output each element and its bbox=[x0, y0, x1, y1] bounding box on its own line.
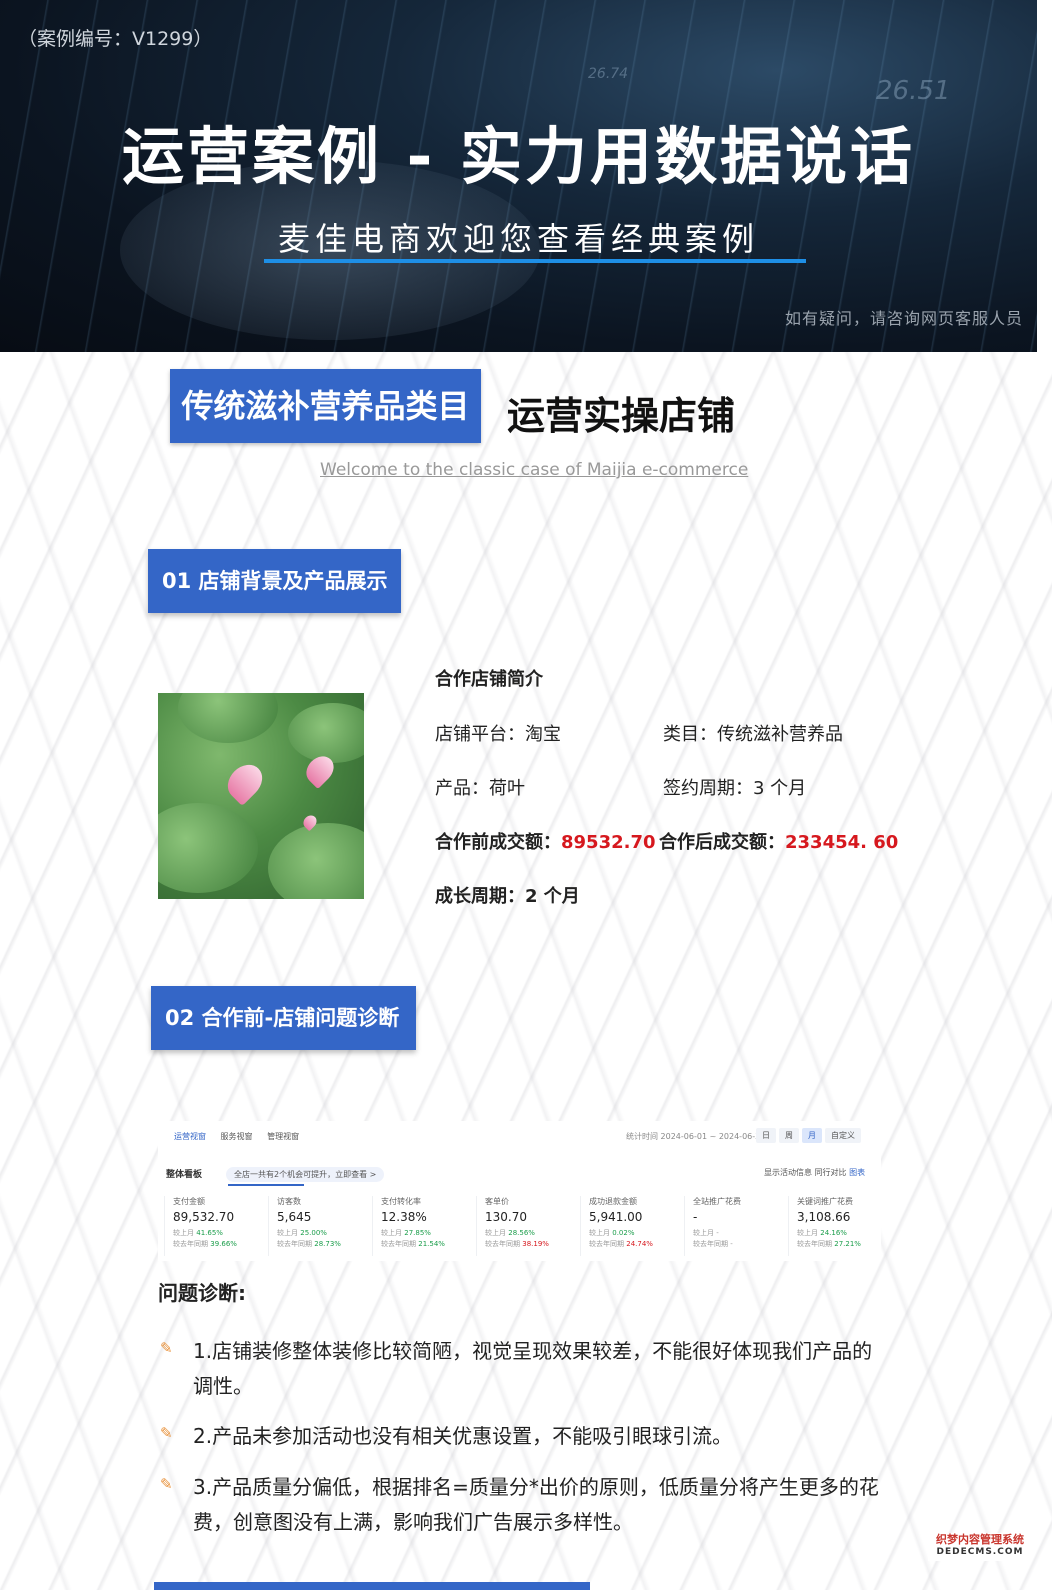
case-number: （案例编号：V1299） bbox=[18, 28, 213, 50]
metric-card: 支付金额 89,532.70 较上月 41.65% 较去年同期 39.66% bbox=[164, 1196, 264, 1256]
metric-value: - bbox=[693, 1210, 698, 1224]
dashboard-tab: 管理视窗 bbox=[267, 1132, 300, 1141]
welcome-text: Welcome to the classic case of Maijia e-… bbox=[320, 460, 749, 480]
metric-card: 全站推广花费 - 较上月 - 较去年同期 - bbox=[684, 1196, 784, 1256]
metric-label: 访客数 bbox=[277, 1197, 301, 1206]
category-text: 运营实操店铺 bbox=[507, 394, 736, 438]
metric-value: 5,941.00 bbox=[589, 1210, 643, 1224]
diagnosis-item: 3.产品质量分偏低，根据排名=质量分*出价的原则，低质量分将产生更多的花费，创意… bbox=[193, 1475, 879, 1534]
pencil-icon: ✎ bbox=[160, 1339, 173, 1357]
metric-value: 5,645 bbox=[277, 1210, 312, 1224]
metric-value: 130.70 bbox=[485, 1210, 527, 1224]
metric-compare: 较上月 25.00% bbox=[277, 1229, 327, 1237]
period-button: 周 bbox=[779, 1128, 799, 1143]
lotus-leaf bbox=[178, 693, 278, 743]
sales-before: 合作前成交额：89532.70 bbox=[435, 828, 656, 854]
dashboard-period: 统计时间 2024-06-01 ~ 2024-06-30 bbox=[626, 1132, 766, 1141]
section-heading-02: 02 合作前-店铺问题诊断 bbox=[151, 986, 416, 1050]
hero-underline bbox=[264, 259, 806, 263]
watermark-line2: DEDECMS.COM bbox=[936, 1547, 1024, 1557]
growth-period: 成长周期：2 个月 bbox=[435, 886, 580, 907]
shop-info-title: 合作店铺简介 bbox=[435, 669, 543, 690]
metric-compare: 较上月 - bbox=[693, 1229, 719, 1237]
metric-label: 关键词推广花费 bbox=[797, 1197, 853, 1206]
metric-compare: 较去年同期 28.73% bbox=[277, 1240, 341, 1248]
board-option: 图表 bbox=[849, 1168, 866, 1177]
metric-compare: 较上月 27.85% bbox=[381, 1229, 431, 1237]
period-buttons: 日周月自定义 bbox=[756, 1128, 864, 1143]
next-section-heading-edge bbox=[154, 1582, 590, 1590]
analytics-dashboard-screenshot: 运营视窗 服务视窗 管理视窗 统计时间 2024-06-01 ~ 2024-06… bbox=[158, 1121, 881, 1261]
board-option: 同行对比 bbox=[814, 1168, 847, 1177]
sales-before-value: 89532.70 bbox=[561, 832, 656, 853]
metric-label: 支付金额 bbox=[173, 1197, 205, 1206]
sales-after-value: 233454. 60 bbox=[785, 832, 899, 853]
shop-platform: 店铺平台：淘宝 bbox=[435, 724, 561, 745]
sales-after: 合作后成交额：233454. 60 bbox=[659, 828, 898, 854]
hero-deco-number: 26.74 bbox=[588, 66, 629, 82]
metric-card: 客单价 130.70 较上月 28.56% 较去年同期 38.19% bbox=[476, 1196, 576, 1256]
category-label: 传统滋补营养品类目 bbox=[170, 369, 481, 443]
metric-card: 成功退款金额 5,941.00 较上月 0.02% 较去年同期 24.74% bbox=[580, 1196, 680, 1256]
sales-after-label: 合作后成交额： bbox=[659, 832, 785, 853]
board-option: 显示活动信息 bbox=[764, 1168, 812, 1177]
metric-compare: 较上月 28.56% bbox=[485, 1229, 535, 1237]
metric-compare: 较上月 41.65% bbox=[173, 1229, 223, 1237]
metric-compare: 较去年同期 21.54% bbox=[381, 1240, 445, 1248]
period-button: 日 bbox=[756, 1128, 776, 1143]
board-title: 整体看板 bbox=[166, 1170, 203, 1180]
shop-category: 类目：传统滋补营养品 bbox=[663, 724, 843, 745]
product-image-lotus bbox=[158, 693, 364, 899]
period-button: 月 bbox=[802, 1128, 822, 1143]
lotus-leaf bbox=[268, 823, 364, 899]
metric-label: 支付转化率 bbox=[381, 1197, 421, 1206]
metric-label: 成功退款金额 bbox=[589, 1197, 637, 1206]
contract-period: 签约周期：3 个月 bbox=[663, 778, 807, 799]
board-underline bbox=[228, 1184, 304, 1186]
shop-product: 产品：荷叶 bbox=[435, 778, 525, 799]
metric-value: 89,532.70 bbox=[173, 1210, 235, 1224]
metric-compare: 较去年同期 27.21% bbox=[797, 1240, 861, 1248]
dashboard-tab: 服务视窗 bbox=[220, 1132, 253, 1141]
metric-card: 关键词推广花费 3,108.66 较上月 24.16% 较去年同期 27.21% bbox=[788, 1196, 881, 1256]
metric-value: 12.38% bbox=[381, 1210, 427, 1224]
background-pattern bbox=[0, 352, 1052, 1590]
dashboard-tab: 运营视窗 bbox=[174, 1132, 206, 1141]
hero-subtitle: 麦佳电商欢迎您查看经典案例 bbox=[277, 220, 759, 258]
metric-compare: 较去年同期 - bbox=[693, 1240, 733, 1248]
sales-before-label: 合作前成交额： bbox=[435, 832, 561, 853]
board-options: 显示活动信息 同行对比 图表 bbox=[764, 1167, 865, 1178]
metric-compare: 较去年同期 39.66% bbox=[173, 1240, 237, 1248]
hero-note: 如有疑问，请咨询网页客服人员 bbox=[784, 309, 1023, 328]
hero-title: 运营案例 - 实力用数据说话 bbox=[122, 120, 915, 193]
watermark-line1: 织梦内容管理系统 bbox=[936, 1533, 1024, 1546]
metric-compare: 较上月 24.16% bbox=[797, 1229, 847, 1237]
metric-label: 客单价 bbox=[485, 1197, 509, 1206]
section-heading-01: 01 店铺背景及产品展示 bbox=[148, 549, 401, 613]
pencil-icon: ✎ bbox=[160, 1475, 173, 1493]
diagnosis-item: 2.产品未参加活动也没有相关优惠设置，不能吸引眼球引流。 bbox=[193, 1424, 733, 1448]
metric-label: 全站推广花费 bbox=[693, 1197, 741, 1206]
metric-compare: 较去年同期 38.19% bbox=[485, 1240, 549, 1248]
metric-value: 3,108.66 bbox=[797, 1210, 851, 1224]
pencil-icon: ✎ bbox=[160, 1424, 173, 1442]
lotus-leaf bbox=[288, 703, 364, 763]
metric-compare: 较去年同期 24.74% bbox=[589, 1240, 653, 1248]
watermark-logo: 织梦内容管理系统 DEDECMS.COM bbox=[928, 1533, 1032, 1561]
dashboard-tabs: 运营视窗 服务视窗 管理视窗 bbox=[174, 1131, 311, 1142]
metric-compare: 较上月 0.02% bbox=[589, 1229, 635, 1237]
diagnosis-title: 问题诊断: bbox=[158, 1281, 246, 1305]
lotus-flower bbox=[220, 757, 270, 807]
diagnosis-item: 1.店铺装修整体装修比较简陋，视觉呈现效果较差，不能很好体现我们产品的调性。 bbox=[193, 1339, 873, 1398]
metric-card: 访客数 5,645 较上月 25.00% 较去年同期 28.73% bbox=[268, 1196, 368, 1256]
board-tip: 全店一共有2个机会可提升，立即查看 > bbox=[226, 1167, 385, 1182]
lotus-leaf bbox=[158, 803, 258, 893]
metric-card: 支付转化率 12.38% 较上月 27.85% 较去年同期 21.54% bbox=[372, 1196, 472, 1256]
hero-banner: 26.51 26.74 （案例编号：V1299） 运营案例 - 实力用数据说话 … bbox=[0, 0, 1037, 352]
hero-deco-number: 26.51 bbox=[876, 76, 951, 106]
period-button: 自定义 bbox=[825, 1128, 861, 1143]
